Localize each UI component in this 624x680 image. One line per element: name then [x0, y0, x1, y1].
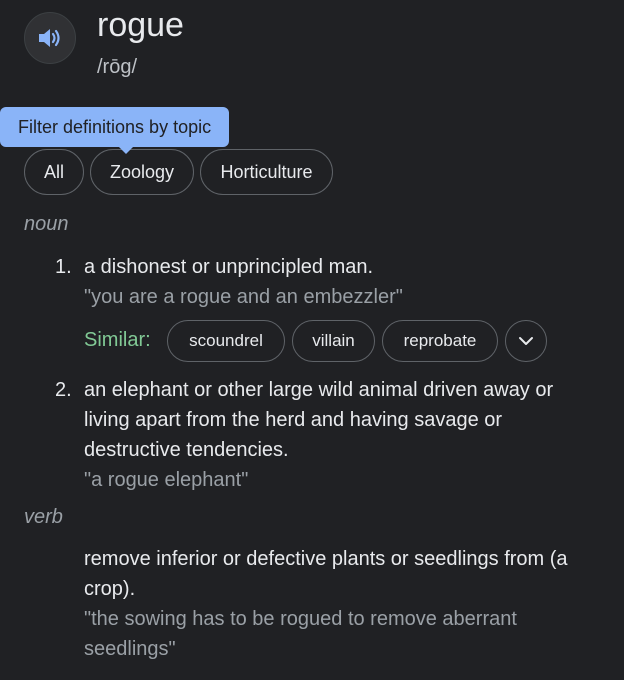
- filter-chip-label: Zoology: [109, 161, 175, 182]
- similar-chip-villain[interactable]: villain: [292, 320, 375, 362]
- definition-line: an elephant or other large wild animal d…: [84, 379, 554, 401]
- filter-chip-label: All: [43, 161, 64, 182]
- similar-chip-label: reprobate: [403, 331, 477, 350]
- tooltip-arrow: [118, 146, 134, 154]
- definition-text: remove inferior or defective plants or s…: [84, 544, 604, 604]
- chevron-down-icon: [519, 337, 533, 345]
- similar-chip-scoundrel[interactable]: scoundrel: [167, 320, 285, 362]
- filter-chip-all[interactable]: All: [24, 149, 84, 195]
- definition-example: "the sowing has to be rogued to remove a…: [84, 604, 604, 664]
- definition-text: a dishonest or unprincipled man.: [84, 256, 374, 278]
- definition-number: 1.: [55, 256, 72, 278]
- definition-line: destructive tendencies.: [84, 439, 289, 461]
- filter-chip-label: Horticulture: [220, 161, 313, 182]
- definition-example: "a rogue elephant": [84, 469, 249, 491]
- part-of-speech-verb: verb: [24, 506, 63, 528]
- example-line: seedlings": [84, 638, 176, 660]
- filter-chip-zoology[interactable]: Zoology: [90, 149, 194, 195]
- speaker-icon: [39, 29, 60, 47]
- similar-label: Similar:: [84, 329, 151, 351]
- similar-chip-label: scoundrel: [189, 331, 263, 350]
- filter-chip-horticulture[interactable]: Horticulture: [200, 149, 333, 195]
- example-line: "the sowing has to be rogued to remove a…: [84, 608, 517, 630]
- part-of-speech-noun: noun: [24, 213, 69, 235]
- definition-line: living apart from the herd and having sa…: [84, 409, 503, 431]
- definition-text: an elephant or other large wild animal d…: [84, 375, 604, 465]
- filter-tooltip: Filter definitions by topic: [0, 107, 230, 147]
- definition-number: 2.: [55, 379, 72, 401]
- pronunciation-button[interactable]: [24, 12, 76, 64]
- definition-line: crop).: [84, 578, 136, 600]
- definition-example: "you are a rogue and an embezzler": [84, 286, 403, 308]
- phonetic-spelling: /rōg/: [97, 56, 138, 78]
- definition-line: remove inferior or defective plants or s…: [84, 548, 568, 570]
- similar-chip-reprobate[interactable]: reprobate: [382, 320, 498, 362]
- similar-chip-label: villain: [312, 331, 355, 350]
- headword: rogue: [97, 6, 184, 44]
- expand-similar-button[interactable]: [505, 320, 547, 362]
